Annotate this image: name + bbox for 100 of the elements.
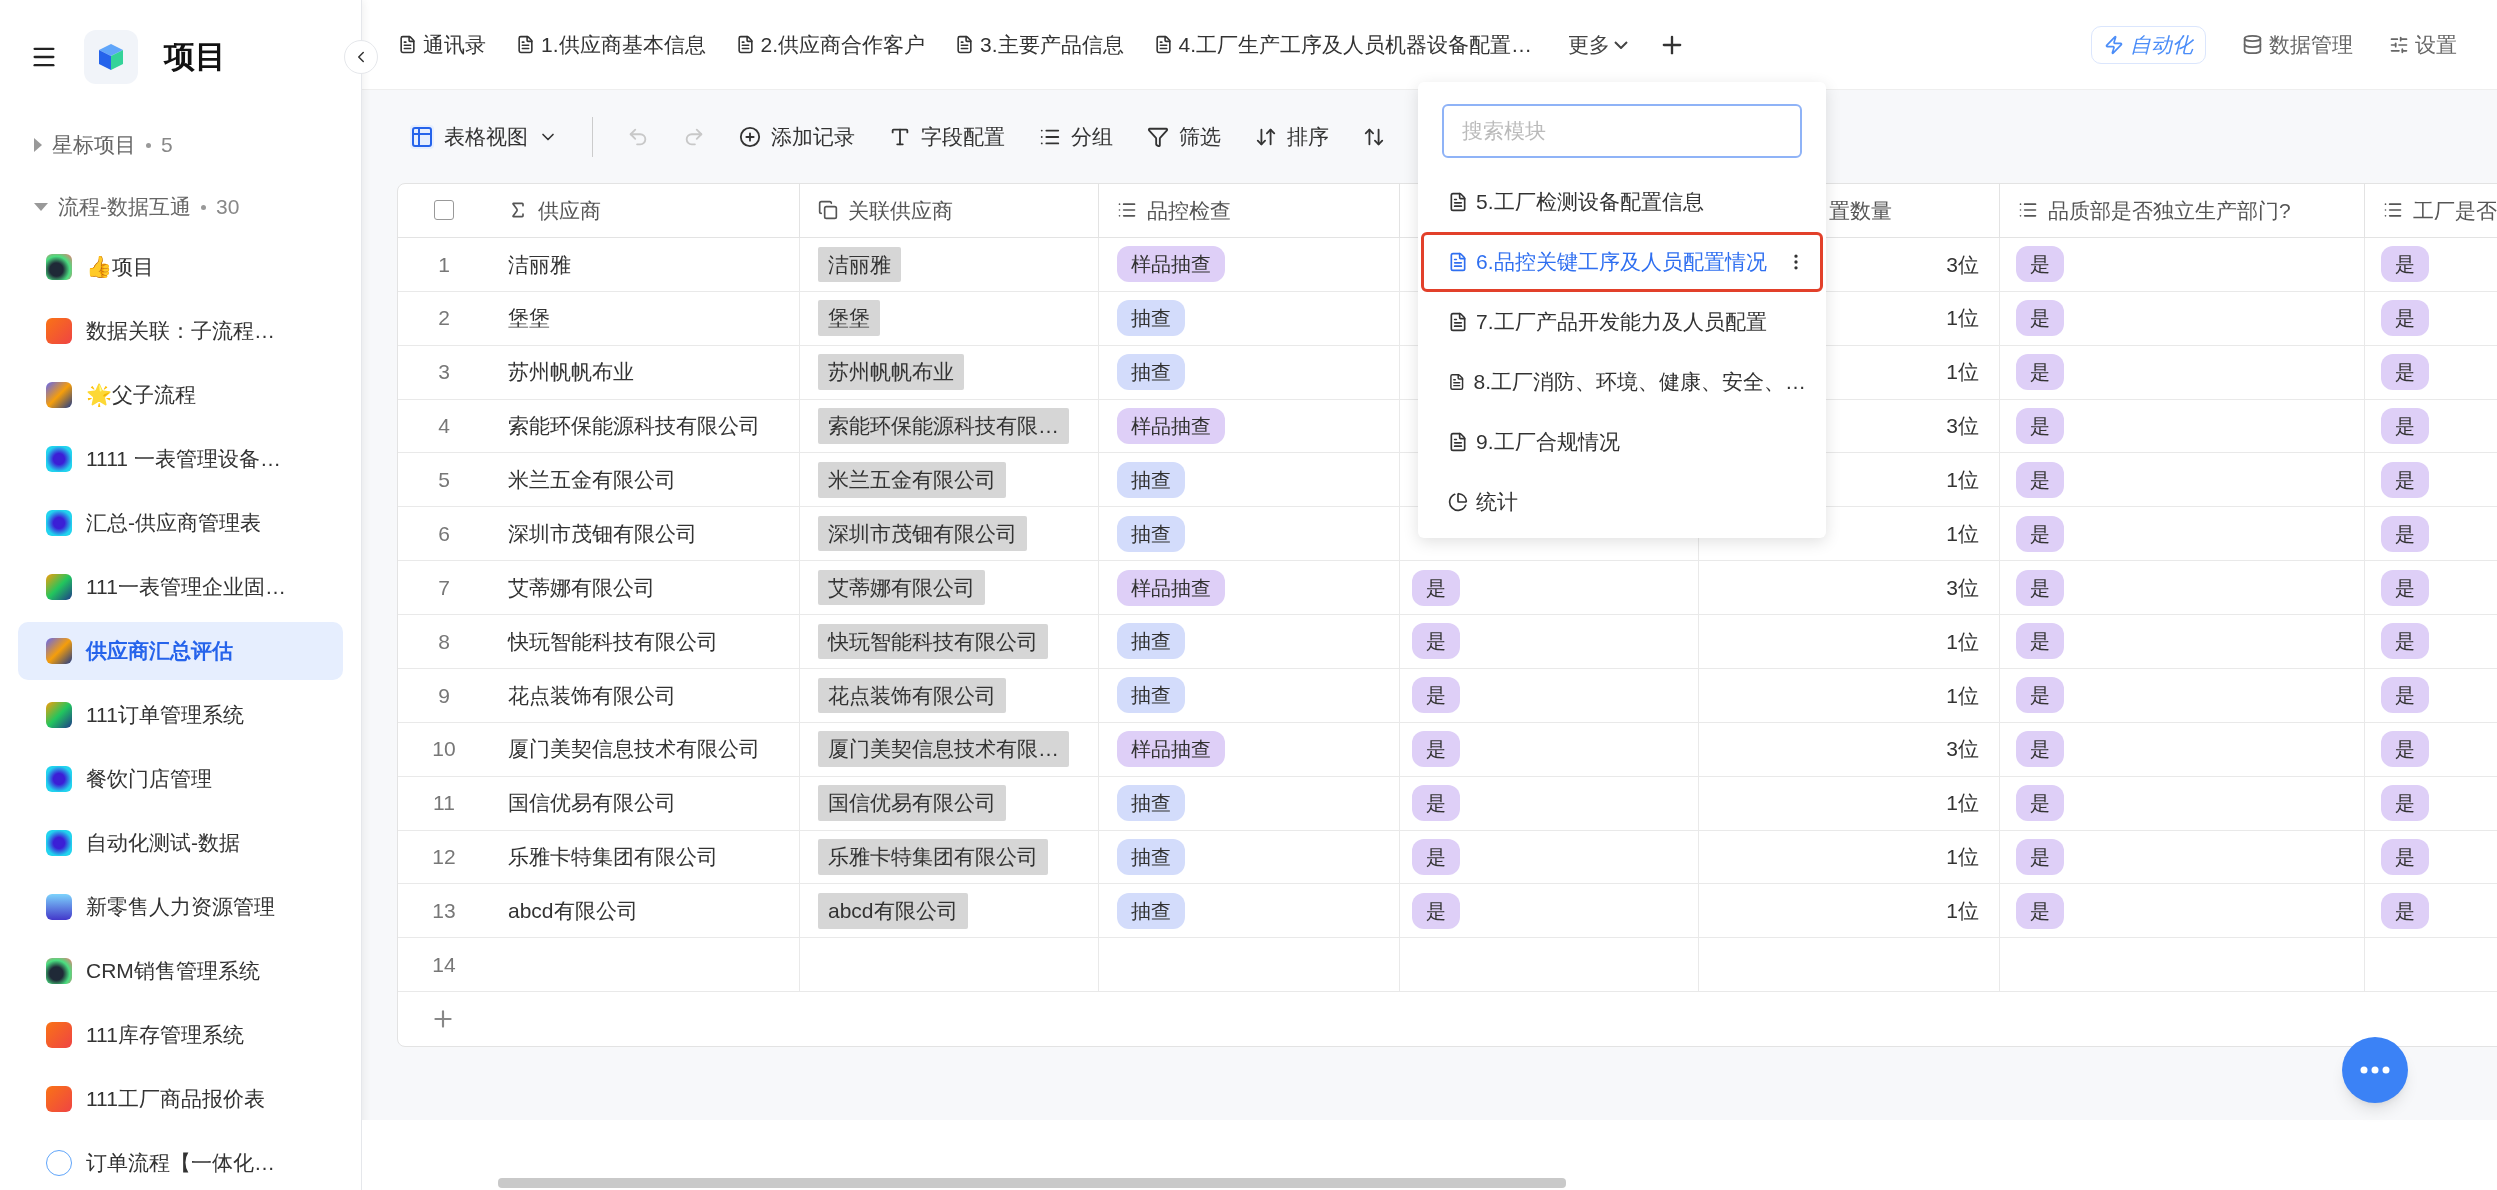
filter-icon [1147, 125, 1169, 148]
sidebar-group-header[interactable]: 流程-数据互通 30 [0, 176, 361, 238]
row-number: 6 [438, 520, 450, 547]
horizontal-scrollbar[interactable] [498, 1178, 1566, 1188]
table-cell-text: 3位 [1946, 574, 1979, 601]
row-number: 11 [433, 790, 455, 817]
table-cell-text: 1位 [1946, 790, 1979, 817]
sidebar-item[interactable]: 新零售人力资源管理 [18, 878, 343, 936]
option-tag: 抽查 [1117, 838, 1185, 875]
sidebar-item[interactable]: 111订单管理系统 [18, 686, 343, 744]
dropdown-item[interactable]: 统计 [1421, 472, 1823, 532]
app-icon [46, 510, 72, 536]
linked-record-tag[interactable]: 快玩智能科技有限公司 [818, 623, 1048, 660]
settings-button[interactable]: 设置 [2389, 28, 2457, 61]
linked-record-tag[interactable]: 深圳市茂钿有限公司 [818, 515, 1027, 552]
option-tag: 是 [2381, 354, 2429, 391]
linked-record-tag[interactable]: 乐雅卡特集团有限公司 [818, 839, 1048, 875]
table-cell-text: 1位 [1946, 844, 1979, 871]
option-tag: 是 [2016, 461, 2064, 498]
linked-record-tag[interactable]: 米兰五金有限公司 [818, 462, 1006, 498]
sidebar-item[interactable]: 自动化测试-数据 [18, 814, 343, 872]
option-tag: 抽查 [1117, 785, 1185, 822]
table-cell-text: 国信优易有限公司 [508, 790, 676, 817]
module-tab[interactable]: 4.工厂生产工序及人员机器设备配置… [1153, 28, 1533, 61]
data-management-button[interactable]: 数据管理 [2242, 28, 2353, 61]
chevron-down-icon [1614, 40, 1629, 49]
sidebar-item[interactable]: 汇总-供应商管理表 [18, 494, 343, 552]
linked-record-tag[interactable]: 索能环保能源科技有限… [818, 408, 1069, 444]
option-tag: 是 [2381, 623, 2429, 660]
option-tag: 抽查 [1117, 623, 1185, 660]
app-icon [46, 958, 72, 984]
option-tag: 样品抽查 [1117, 407, 1225, 444]
linked-record-tag[interactable]: 厦门美契信息技术有限… [818, 731, 1069, 767]
linked-record-tag[interactable]: 花点装饰有限公司 [818, 677, 1006, 714]
column-header: 品控检查 [1147, 197, 1231, 224]
sidebar-item[interactable]: 餐饮门店管理 [18, 750, 343, 808]
toolbar-button[interactable]: 添加记录 [739, 120, 855, 153]
toolbar-button[interactable]: 分组 [1039, 120, 1113, 153]
document-icon [1448, 312, 1468, 332]
module-tab[interactable]: 2.供应商合作客户 [735, 28, 926, 61]
module-tab[interactable]: 1.供应商基本信息 [516, 28, 706, 61]
pie-chart-icon [1448, 492, 1468, 512]
option-tag: 是 [2016, 677, 2064, 714]
view-selector[interactable]: 表格视图 [410, 120, 558, 153]
option-tag: 抽查 [1117, 515, 1185, 552]
sidebar-item[interactable]: 👍项目 [18, 238, 343, 296]
more-tabs-button[interactable]: 更多 [1568, 28, 1629, 61]
option-tag: 样品抽查 [1117, 569, 1225, 606]
option-tag: 是 [2381, 785, 2429, 822]
sidebar-item[interactable]: 供应商汇总评估 [18, 622, 343, 680]
option-tag: 是 [2381, 892, 2429, 929]
option-tag: 是 [2016, 785, 2064, 822]
dropdown-item[interactable]: 5.工厂检测设备配置信息 [1421, 172, 1823, 232]
linked-record-tag[interactable]: abcd有限公司 [818, 893, 968, 929]
sidebar-item[interactable]: 订单流程【一体化… [18, 1134, 343, 1190]
search-field[interactable]: 搜索模块 [1442, 104, 1802, 158]
dropdown-item[interactable]: 7.工厂产品开发能力及人员配置 [1421, 292, 1823, 352]
linked-record-tag[interactable]: 国信优易有限公司 [818, 785, 1006, 821]
row-number: 14 [432, 951, 456, 978]
dropdown-item[interactable]: 8.工厂消防、环境、健康、安全、… [1421, 352, 1823, 412]
linked-record-tag[interactable]: 艾蒂娜有限公司 [818, 569, 985, 606]
document-icon [1448, 252, 1468, 272]
table-cell-text: 1位 [1946, 898, 1979, 925]
sidebar-item[interactable]: 🌟父子流程 [18, 366, 343, 424]
linked-record-tag[interactable]: 苏州帆帆布业 [818, 354, 964, 390]
table-cell-text: 1位 [1946, 682, 1979, 709]
sidebar-item[interactable]: 111工厂商品报价表 [18, 1070, 343, 1128]
sidebar-item[interactable]: 111一表管理企业固… [18, 558, 343, 616]
app-icon [46, 830, 72, 856]
sidebar-item[interactable]: 数据关联：子流程… [18, 302, 343, 360]
option-tag: 是 [2381, 300, 2429, 337]
linked-record-tag[interactable]: 堡堡 [818, 300, 880, 336]
row-number: 2 [438, 305, 450, 332]
table-cell-text: 厦门美契信息技术有限公司 [508, 736, 760, 763]
option-tag: 是 [2016, 300, 2064, 337]
module-tab[interactable]: 通讯录 [398, 28, 486, 61]
option-tag: 是 [2016, 569, 2064, 606]
dropdown-item[interactable]: 6.品控关键工序及人员配置情况 [1421, 232, 1823, 292]
toolbar-button[interactable]: 字段配置 [889, 120, 1005, 153]
table-cell-text: 深圳市茂钿有限公司 [508, 520, 697, 547]
linked-record-tag[interactable]: 洁丽雅 [818, 246, 901, 283]
toolbar-button[interactable]: 排序 [1255, 120, 1329, 153]
app-icon [46, 894, 72, 920]
table-icon [410, 124, 434, 149]
select-all-checkbox[interactable] [434, 200, 454, 221]
module-tab[interactable]: 3.主要产品信息 [955, 28, 1124, 61]
option-tag: 抽查 [1117, 892, 1185, 929]
toolbar-button[interactable]: 筛选 [1147, 120, 1221, 153]
sidebar-item[interactable]: 1111 一表管理设备… [18, 430, 343, 488]
document-icon [1448, 192, 1468, 212]
option-tag: 是 [2016, 838, 2064, 875]
option-tag: 是 [2381, 515, 2429, 552]
group-count: 30 [216, 194, 240, 221]
sidebar-item[interactable]: CRM销售管理系统 [18, 942, 343, 1000]
dropdown-item[interactable]: 9.工厂合规情况 [1421, 412, 1823, 472]
group-label: 星标项目 [52, 132, 136, 159]
sidebar-group-header[interactable]: 星标项目 5 [0, 114, 361, 176]
row-number: 7 [438, 574, 450, 601]
group-count: 5 [161, 132, 173, 159]
sidebar-item[interactable]: 111库存管理系统 [18, 1006, 343, 1064]
